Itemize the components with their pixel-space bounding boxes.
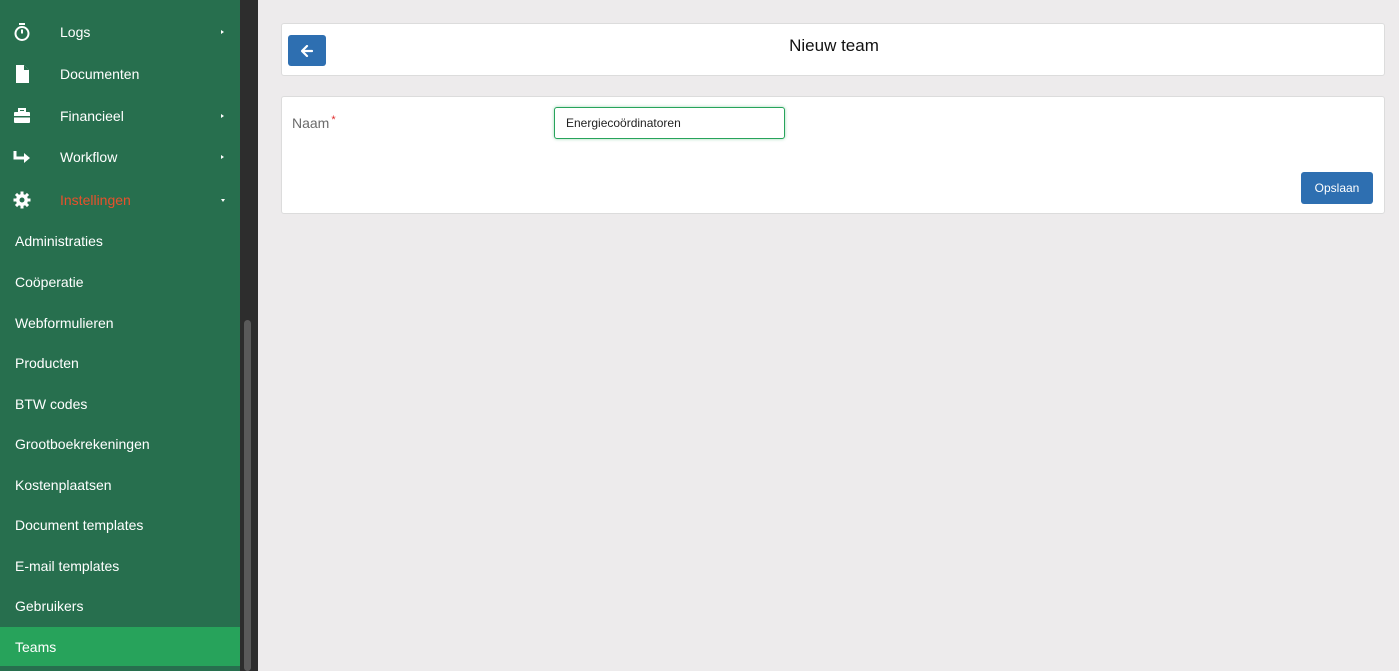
sidebar-scrollbar[interactable] [240, 0, 258, 671]
name-input[interactable] [554, 107, 785, 139]
sidebar-scrollbar-thumb[interactable] [244, 320, 251, 671]
sidebar: Logs Documenten Financieel Workflow Inst… [0, 0, 240, 671]
chevron-down-icon [221, 198, 225, 202]
briefcase-icon [12, 106, 32, 126]
sidebar-subitem-label: Coöperatie [15, 274, 84, 290]
sidebar-subitem-label: Administraties [15, 233, 103, 249]
sidebar-subitem-label: Producten [15, 355, 79, 371]
chevron-right-icon [221, 30, 224, 34]
chevron-right-icon [221, 114, 224, 118]
sidebar-item-label: Logs [60, 24, 91, 40]
sidebar-item-label: Documenten [60, 66, 140, 82]
sidebar-subitem-grootboekrekeningen[interactable]: Grootboekrekeningen [0, 424, 240, 464]
arrow-left-icon [301, 44, 313, 57]
required-marker: * [331, 114, 336, 126]
sidebar-subitem-label: Document templates [15, 517, 144, 533]
sidebar-subitem-webformulieren[interactable]: Webformulieren [0, 303, 240, 343]
chevron-right-icon [221, 155, 224, 159]
sidebar-subitem-label: Teams [15, 638, 57, 655]
file-icon [12, 64, 32, 84]
sidebar-subitem-label: Grootboekrekeningen [15, 436, 150, 452]
sidebar-subitem-label: Kostenplaatsen [15, 477, 112, 493]
sidebar-item-workflow[interactable]: Workflow [0, 137, 240, 177]
sidebar-subitem-gebruikers[interactable]: Gebruikers [0, 586, 240, 626]
page-title: Nieuw team [789, 36, 879, 55]
team-form: Naam* Opslaan [281, 96, 1385, 214]
sidebar-subitem-kostenplaatsen[interactable]: Kostenplaatsen [0, 465, 240, 505]
sidebar-subitem-label: E-mail templates [15, 558, 120, 574]
sidebar-subitem-btw-codes[interactable]: BTW codes [0, 384, 240, 424]
sidebar-subitem-email-templates[interactable]: E-mail templates [0, 546, 240, 586]
sidebar-item-documenten[interactable]: Documenten [0, 54, 240, 94]
save-button[interactable]: Opslaan [1301, 172, 1373, 204]
sidebar-subitem-cooperatie[interactable]: Coöperatie [0, 262, 240, 302]
share-arrow-icon [12, 147, 32, 167]
sidebar-item-label: Financieel [60, 108, 124, 124]
sidebar-item-financieel[interactable]: Financieel [0, 96, 240, 136]
name-field-label: Naam * [292, 114, 336, 131]
sidebar-item-label: Instellingen [60, 192, 131, 208]
sidebar-subitem-teams[interactable]: Teams [0, 627, 240, 666]
sidebar-subitem-producten[interactable]: Producten [0, 343, 240, 383]
name-label-text: Naam [292, 115, 330, 131]
sidebar-subitem-administraties[interactable]: Administraties [0, 221, 240, 261]
sidebar-subitem-label: Webformulieren [15, 315, 114, 331]
stopwatch-icon [12, 22, 32, 42]
sidebar-item-instellingen[interactable]: Instellingen [0, 180, 240, 220]
sidebar-subitem-label: BTW codes [15, 396, 88, 412]
back-button[interactable] [288, 35, 326, 66]
page-header: Nieuw team [281, 23, 1385, 76]
sidebar-item-label: Workflow [60, 149, 118, 165]
gear-icon [12, 190, 32, 210]
app-window: Logs Documenten Financieel Workflow Inst… [0, 0, 1399, 671]
sidebar-subitem-document-templates[interactable]: Document templates [0, 505, 240, 545]
sidebar-subitem-label: Gebruikers [15, 598, 84, 614]
sidebar-item-logs[interactable]: Logs [0, 12, 240, 52]
